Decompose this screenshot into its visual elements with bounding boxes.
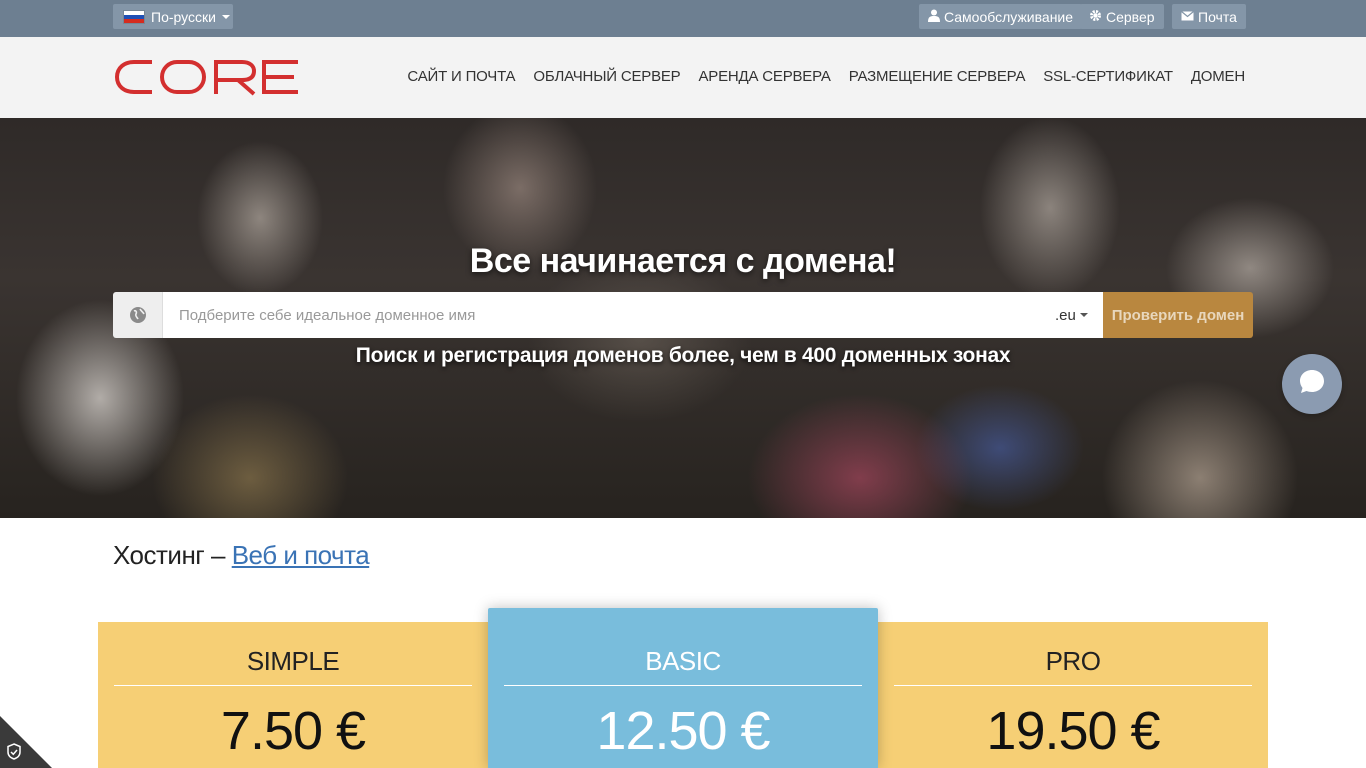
server-button[interactable]: Сервер	[1080, 4, 1164, 29]
russia-flag-icon	[123, 9, 145, 24]
nav-ssl-certificate[interactable]: SSL-СЕРТИФИКАТ	[1043, 68, 1173, 85]
self-service-label: Самообслуживание	[944, 8, 1074, 25]
plan-name: SIMPLE	[114, 646, 472, 686]
chevron-down-icon	[221, 14, 230, 19]
nav-cloud-server[interactable]: ОБЛАЧНЫЙ СЕРВЕР	[533, 68, 680, 85]
plan-price: 19.50 €	[986, 701, 1160, 761]
plan-name: PRO	[894, 646, 1252, 686]
plan-price: 7.50 €	[220, 701, 366, 761]
nav-site-and-mail[interactable]: САЙТ И ПОЧТА	[407, 68, 515, 85]
hero-subtitle: Поиск и регистрация доменов более, чем в…	[355, 344, 1011, 367]
mail-label: Почта	[1198, 8, 1237, 25]
hosting-section-title: Хостинг – Веб и почта	[113, 540, 370, 571]
language-selector[interactable]: По-русски	[113, 4, 233, 29]
core-logo[interactable]	[114, 57, 300, 97]
site-header: САЙТ И ПОЧТА ОБЛАЧНЫЙ СЕРВЕР АРЕНДА СЕРВ…	[0, 37, 1366, 118]
hero-title: Все начинается с домена!	[469, 242, 897, 280]
privacy-settings-button[interactable]	[0, 716, 52, 768]
hosting-title-prefix: Хостинг –	[113, 540, 232, 570]
tld-dropdown[interactable]: .eu	[1055, 292, 1103, 338]
plan-card-simple[interactable]: SIMPLE 7.50 €	[98, 622, 488, 768]
plan-name: BASIC	[504, 646, 862, 686]
domain-search-input[interactable]	[163, 292, 1055, 338]
plan-card-pro[interactable]: PRO 19.50 €	[878, 622, 1268, 768]
plan-price: 12.50 €	[596, 701, 770, 761]
domain-search-bar: .eu Проверить домен	[113, 292, 1253, 338]
globe-icon	[113, 292, 163, 338]
tld-value: .eu	[1055, 306, 1076, 324]
top-utility-bar: По-русски Самообслуживание Сервер Почта	[0, 0, 1366, 37]
plan-card-basic[interactable]: BASIC 12.50 €	[488, 608, 878, 768]
mail-button[interactable]: Почта	[1172, 4, 1246, 29]
language-label: По-русски	[151, 8, 216, 25]
hero-banner: Все начинается с домена! .eu Проверить д…	[0, 118, 1366, 518]
user-icon	[928, 9, 940, 25]
check-domain-button[interactable]: Проверить домен	[1103, 292, 1253, 338]
chevron-down-icon	[1079, 313, 1088, 317]
chat-button[interactable]	[1282, 354, 1342, 414]
nav-server-colocation[interactable]: РАЗМЕЩЕНИЕ СЕРВЕРА	[849, 68, 1026, 85]
server-label: Сервер	[1106, 8, 1155, 25]
mail-icon	[1181, 9, 1194, 24]
hosting-web-mail-link[interactable]: Веб и почта	[232, 540, 370, 570]
chat-bubble-icon	[1297, 367, 1327, 402]
nav-domain[interactable]: ДОМЕН	[1191, 68, 1245, 85]
self-service-button[interactable]: Самообслуживание	[919, 4, 1083, 29]
nav-server-rental[interactable]: АРЕНДА СЕРВЕРА	[698, 68, 830, 85]
main-navigation: САЙТ И ПОЧТА ОБЛАЧНЫЙ СЕРВЕР АРЕНДА СЕРВ…	[389, 68, 1245, 85]
gear-icon	[1089, 9, 1102, 25]
